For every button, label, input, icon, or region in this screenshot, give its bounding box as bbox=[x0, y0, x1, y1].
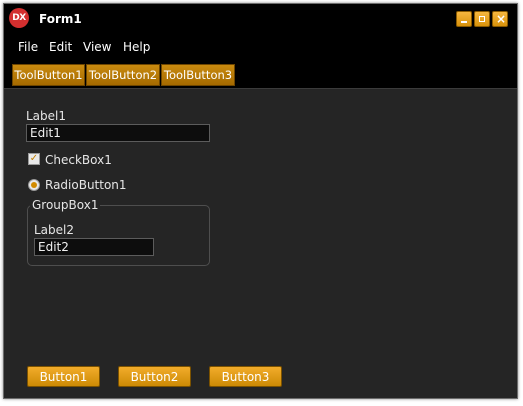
tool-button-3[interactable]: ToolButton3 bbox=[161, 64, 235, 86]
checkbox-check-icon: ✓ bbox=[28, 153, 40, 165]
tool-button-2[interactable]: ToolButton2 bbox=[86, 64, 160, 86]
maximize-icon bbox=[479, 16, 485, 22]
button-3[interactable]: Button3 bbox=[209, 366, 282, 387]
menu-item-view[interactable]: View bbox=[83, 40, 111, 54]
button-1[interactable]: Button1 bbox=[27, 366, 100, 387]
group-box-1-caption: GroupBox1 bbox=[30, 198, 101, 212]
main-window: DX Form1 × File Edit View Help ToolButto… bbox=[3, 3, 518, 399]
minimize-icon bbox=[461, 21, 467, 23]
edit-1-input[interactable]: Edit1 bbox=[26, 124, 210, 142]
label-1: Label1 bbox=[26, 109, 67, 123]
window-title: Form1 bbox=[39, 12, 82, 26]
devexpress-logo-icon[interactable]: DX bbox=[9, 8, 29, 28]
menu-item-help[interactable]: Help bbox=[123, 40, 150, 54]
label-2: Label2 bbox=[34, 223, 75, 237]
menu-item-edit[interactable]: Edit bbox=[49, 40, 72, 54]
checkbox-1-label: CheckBox1 bbox=[45, 153, 112, 167]
edit-2-input[interactable]: Edit2 bbox=[34, 238, 154, 256]
button-2[interactable]: Button2 bbox=[118, 366, 191, 387]
form-client-area: Label1 Edit1 ✓ CheckBox1 RadioButton1 Gr… bbox=[4, 89, 517, 398]
minimize-button[interactable] bbox=[456, 11, 472, 27]
menu-bar: File Edit View Help bbox=[4, 35, 517, 59]
close-icon: × bbox=[495, 12, 507, 26]
tool-bar: ToolButton1 ToolButton2 ToolButton3 bbox=[4, 64, 517, 89]
menu-item-file[interactable]: File bbox=[18, 40, 38, 54]
maximize-button[interactable] bbox=[474, 11, 490, 27]
tool-button-1[interactable]: ToolButton1 bbox=[12, 64, 85, 86]
radio-button-1-label: RadioButton1 bbox=[45, 178, 127, 192]
radio-selected-icon bbox=[28, 179, 40, 191]
title-bar[interactable]: DX Form1 × bbox=[4, 4, 517, 34]
close-button[interactable]: × bbox=[492, 11, 508, 27]
